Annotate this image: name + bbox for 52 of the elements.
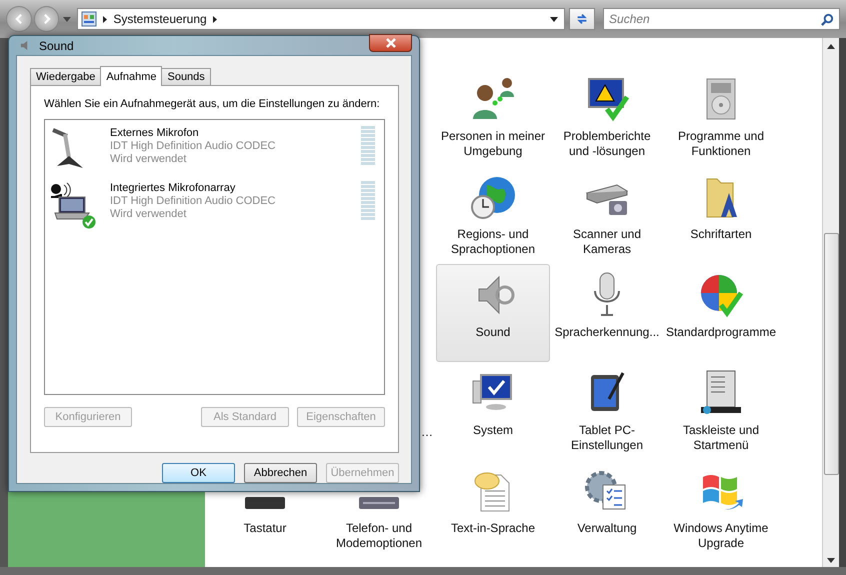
dialog-title: Sound: [39, 38, 74, 52]
close-icon: [386, 38, 396, 48]
search-field[interactable]: Suchen: [603, 8, 840, 30]
device-name: Integriertes Mikrofonarray: [110, 182, 236, 195]
forward-button[interactable]: [34, 6, 60, 32]
search-icon[interactable]: [821, 13, 834, 26]
control-panel-item[interactable]: Sound: [436, 264, 550, 362]
item-label: …: [420, 425, 434, 440]
level-meter: [361, 126, 375, 165]
address-bar[interactable]: Systemsteuerung: [77, 8, 566, 30]
tab[interactable]: Sounds: [161, 68, 211, 85]
instruction-text: Wählen Sie ein Aufnahmegerät aus, um die Einstellungen zu ändern:: [44, 98, 381, 110]
control-panel-item[interactable]: Spracherkennung...: [550, 264, 664, 362]
control-panel-item[interactable]: Scanner und Kameras: [550, 166, 664, 264]
tab[interactable]: Aufnahme: [100, 66, 162, 86]
control-panel-item[interactable]: Schriftarten: [664, 166, 778, 264]
modem-icon: [359, 497, 399, 509]
device-status: Wird verwendet: [110, 153, 188, 166]
chevron-icon[interactable]: [212, 16, 217, 22]
refresh-button[interactable]: [569, 8, 596, 30]
dialog-button[interactable]: OK: [162, 463, 235, 483]
dialog-button[interactable]: Abbrechen: [244, 463, 317, 483]
scroll-down-icon[interactable]: [827, 558, 835, 563]
device-driver: IDT High Definition Audio CODEC: [110, 140, 276, 153]
scrollbar[interactable]: [822, 38, 839, 567]
device-status: Wird verwendet: [110, 208, 188, 221]
control-panel-item[interactable]: Windows Anytime Upgrade: [664, 460, 778, 558]
keyboard-icon: [245, 497, 285, 509]
control-panel-item[interactable]: Tablet PC-Einstellungen: [550, 362, 664, 460]
scroll-up-icon[interactable]: [827, 44, 835, 49]
dropdown-icon[interactable]: [550, 16, 558, 22]
device-name: Externes Mikrofon: [110, 127, 200, 140]
device-driver: IDT High Definition Audio CODEC: [110, 195, 276, 208]
refresh-icon: [575, 12, 590, 26]
control-panel-item[interactable]: Taskleiste und Startmenü: [664, 362, 778, 460]
back-button[interactable]: [6, 6, 32, 32]
control-panel-icon: [81, 11, 98, 27]
control-panel-item[interactable]: Text-in-Sprache: [436, 460, 550, 558]
level-meter: [361, 181, 375, 220]
control-panel-item[interactable]: Problemberichte und -lösungen: [550, 68, 664, 166]
control-panel-item[interactable]: Personen in meiner Umgebung: [436, 68, 550, 166]
control-panel-item[interactable]: Standardprogramme: [664, 264, 778, 362]
control-panel-item[interactable]: Verwaltung: [550, 460, 664, 558]
breadcrumb-link[interactable]: Systemsteuerung: [113, 12, 207, 26]
speaker-icon: [20, 40, 29, 51]
tab[interactable]: Wiedergabe: [30, 68, 102, 85]
chevron-icon: [103, 16, 108, 22]
close-button[interactable]: [369, 34, 412, 52]
control-panel-item[interactable]: System: [436, 362, 550, 460]
scroll-thumb[interactable]: [824, 233, 838, 475]
control-panel-item[interactable]: Regions- und Sprachoptionen: [436, 166, 550, 264]
control-panel-item[interactable]: Programme und Funktionen: [664, 68, 778, 166]
